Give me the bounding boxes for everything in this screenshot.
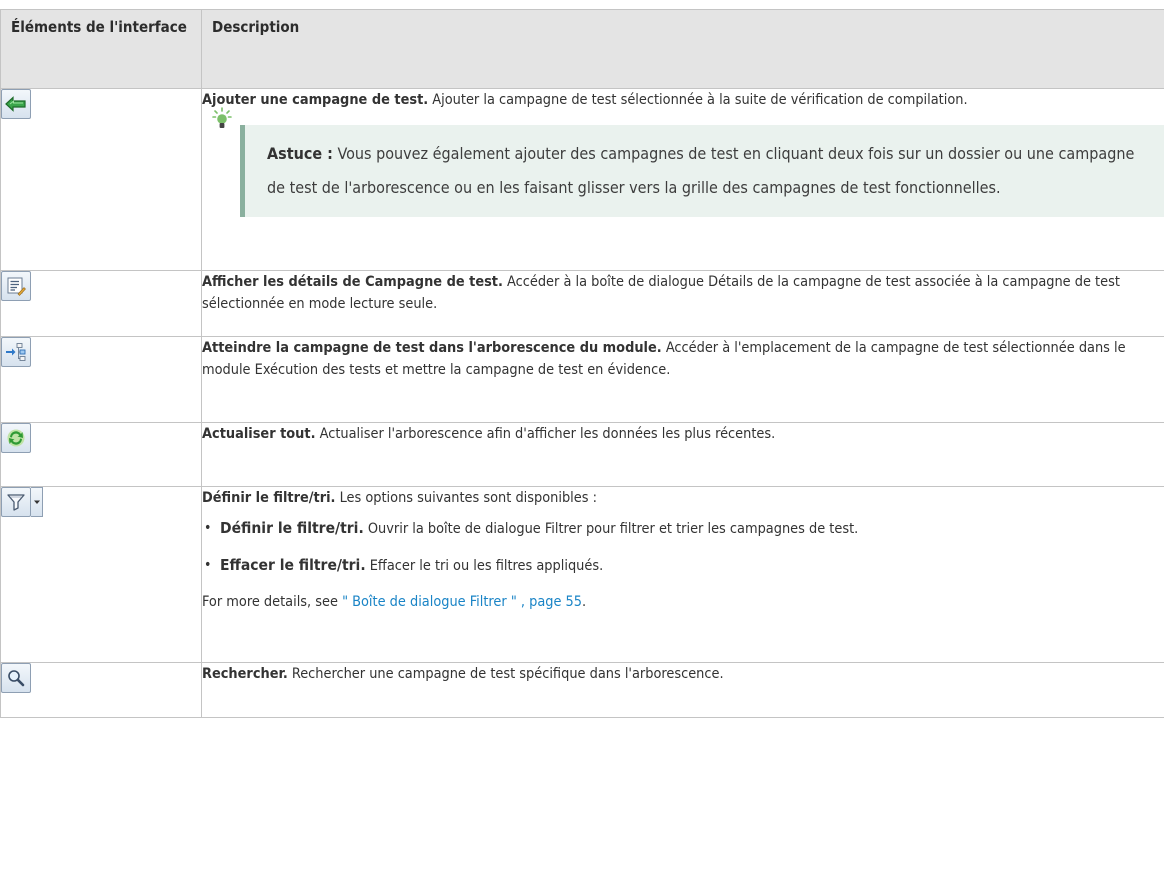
header-ui-elements: Éléments de l'interface bbox=[0, 9, 202, 89]
list-item: Définir le filtre/tri. Ouvrir la boîte d… bbox=[202, 517, 1164, 540]
option-text: Ouvrir la boîte de dialogue Filtrer pour… bbox=[363, 521, 859, 537]
ui-elements-table: Éléments de l'interface Description Ajou… bbox=[0, 9, 1164, 718]
option-title: Effacer le filtre/tri. bbox=[220, 556, 366, 574]
more-details: For more details, see " Boîte de dialogu… bbox=[202, 591, 1164, 613]
add-arrow-icon[interactable] bbox=[1, 89, 31, 119]
description-cell: Rechercher. Rechercher une campagne de t… bbox=[201, 662, 1164, 718]
refresh-icon[interactable] bbox=[1, 423, 31, 453]
icon-cell bbox=[0, 422, 202, 487]
header-description: Description bbox=[201, 9, 1164, 89]
more-suffix: . bbox=[582, 594, 587, 610]
option-text: Effacer le tri ou les filtres appliqués. bbox=[365, 558, 604, 574]
row-text: Actualiser l'arborescence afin d'affiche… bbox=[315, 426, 776, 442]
row-title: Rechercher. bbox=[202, 666, 288, 682]
description-cell: Atteindre la campagne de test dans l'arb… bbox=[201, 336, 1164, 423]
option-title: Définir le filtre/tri. bbox=[220, 519, 364, 537]
options-list: Définir le filtre/tri. Ouvrir la boîte d… bbox=[202, 517, 1164, 577]
table-header-row: Éléments de l'interface Description bbox=[0, 9, 1164, 89]
search-icon[interactable] bbox=[1, 663, 31, 693]
table-row: Rechercher. Rechercher une campagne de t… bbox=[0, 662, 1164, 718]
description-cell: Ajouter une campagne de test. Ajouter la… bbox=[201, 88, 1164, 271]
row-text: Rechercher une campagne de test spécifiq… bbox=[287, 666, 724, 682]
icon-cell bbox=[0, 88, 202, 271]
icon-cell bbox=[0, 662, 202, 718]
row-title: Atteindre la campagne de test dans l'arb… bbox=[202, 340, 662, 356]
description-cell: Définir le filtre/tri. Les options suiva… bbox=[201, 486, 1164, 663]
chevron-down-icon[interactable] bbox=[31, 487, 43, 517]
table-row: Actualiser tout. Actualiser l'arborescen… bbox=[0, 422, 1164, 487]
filter-dialog-link[interactable]: " Boîte de dialogue Filtrer " , page 55 bbox=[342, 594, 582, 610]
description-cell: Afficher les détails de Campagne de test… bbox=[201, 270, 1164, 337]
row-title: Afficher les détails de Campagne de test… bbox=[202, 274, 503, 290]
row-text: Ajouter la campagne de test sélectionnée… bbox=[428, 92, 968, 108]
table-row: Atteindre la campagne de test dans l'arb… bbox=[0, 336, 1164, 423]
tip-label: Astuce : bbox=[267, 144, 333, 163]
description-cell: Actualiser tout. Actualiser l'arborescen… bbox=[201, 422, 1164, 487]
details-icon[interactable] bbox=[1, 271, 31, 301]
icon-cell bbox=[0, 336, 202, 423]
tip-text: Vous pouvez également ajouter des campag… bbox=[267, 144, 1135, 197]
icon-cell bbox=[0, 486, 202, 663]
icon-cell bbox=[0, 270, 202, 337]
filter-icon[interactable] bbox=[1, 487, 31, 517]
more-prefix: For more details, see bbox=[202, 594, 343, 610]
row-title: Actualiser tout. bbox=[202, 426, 316, 442]
tip-box: Astuce : Vous pouvez également ajouter d… bbox=[212, 107, 1164, 217]
lightbulb-icon bbox=[212, 107, 232, 143]
row-title: Définir le filtre/tri. bbox=[202, 490, 336, 506]
row-title: Ajouter une campagne de test. bbox=[202, 92, 429, 108]
goto-tree-icon[interactable] bbox=[1, 337, 31, 367]
table-row: Ajouter une campagne de test. Ajouter la… bbox=[0, 88, 1164, 271]
list-item: Effacer le filtre/tri. Effacer le tri ou… bbox=[202, 554, 1164, 577]
row-text: Les options suivantes sont disponibles : bbox=[335, 490, 597, 506]
table-row: Afficher les détails de Campagne de test… bbox=[0, 270, 1164, 337]
filter-button[interactable] bbox=[1, 487, 201, 517]
table-row: Définir le filtre/tri. Les options suiva… bbox=[0, 486, 1164, 663]
